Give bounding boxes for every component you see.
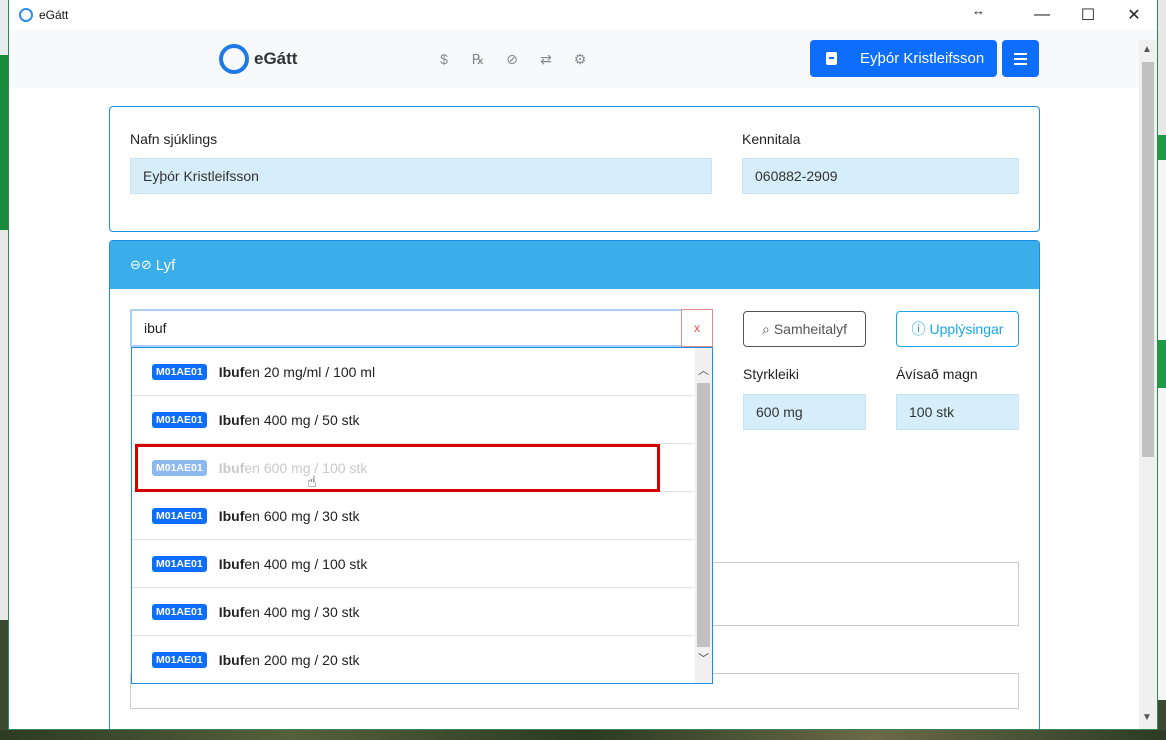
main-nav: $ ℞ ⊘ ⇄ ⚙ (434, 50, 590, 68)
option-text: en 400 mg / 30 stk (244, 603, 360, 620)
clipboard-icon (826, 52, 837, 65)
page-scroll-thumb[interactable] (1142, 62, 1154, 457)
transfer-icon[interactable]: ⇄ (536, 50, 556, 68)
maximize-button[interactable]: ☐ (1065, 0, 1111, 30)
match-text: Ibuf (218, 363, 245, 380)
option-text: en 400 mg / 50 stk (244, 411, 360, 428)
main-content: Nafn sjúklings Eyþór Kristleifsson Kenni… (9, 88, 1141, 729)
match-text: Ibuf (218, 603, 245, 620)
medication-header-title: Lyf (155, 256, 176, 274)
menu-bar-icon (1014, 52, 1027, 55)
title-bar: eGátt ↔ — ☐ ✕ (9, 0, 1157, 30)
text-area-field[interactable] (690, 562, 1019, 626)
patient-card: Nafn sjúklings Eyþór Kristleifsson Kenni… (109, 106, 1040, 232)
patient-button-label: Eyþór Kristleifsson (860, 50, 985, 67)
medication-search-input[interactable]: ibuf (130, 309, 681, 347)
atc-code-badge: M01AE01 (152, 363, 207, 380)
samheitalyf-label: Samheitalyf (773, 321, 847, 337)
dropdown-scrollbar[interactable]: ︿ ﹀ (695, 348, 712, 683)
resize-arrows-icon: ↔ (972, 3, 985, 18)
minimize-button[interactable]: — (1019, 0, 1065, 30)
dropdown-option[interactable]: M01AE01 Ibuf en 400 mg / 30 stk (132, 588, 695, 636)
dropdown-option[interactable]: M01AE01 Ibuf en 200 mg / 20 stk (132, 636, 695, 683)
patient-button[interactable]: Eyþór Kristleifsson (810, 40, 997, 77)
dropdown-option[interactable]: M01AE01 Ibuf en 600 mg / 30 stk (132, 492, 695, 540)
dollar-icon[interactable]: $ (434, 50, 454, 68)
selection-highlight-box (135, 444, 660, 492)
option-text: en 200 mg / 20 stk (244, 652, 360, 668)
close-button[interactable]: ✕ (1111, 0, 1157, 30)
hand-cursor-icon: ☝ (307, 474, 317, 491)
atc-code-badge: M01AE01 (152, 603, 207, 620)
desktop-background-bottom (0, 730, 1166, 740)
clear-search-button[interactable]: x (681, 309, 713, 347)
match-text: Ibuf (218, 555, 245, 572)
app-header: eGátt $ ℞ ⊘ ⇄ ⚙ Eyþór Kristleifsson (9, 30, 1157, 88)
styrkleiki-field[interactable]: 600 mg (743, 394, 866, 430)
hamburger-menu-button[interactable] (1002, 40, 1039, 77)
match-text: Ibuf (218, 411, 245, 428)
avisad-magn-field[interactable]: 100 stk (896, 394, 1019, 430)
menu-bar-icon (1014, 57, 1027, 60)
dropdown-scroll-thumb[interactable] (697, 383, 710, 647)
option-text: en 20 mg/ml / 100 ml (244, 363, 376, 380)
patient-name-label: Nafn sjúklings (130, 131, 218, 147)
pill-icon: ⊖⊘ (130, 257, 152, 272)
scroll-down-icon[interactable]: ▼ (1142, 712, 1152, 723)
option-text: en 400 mg / 100 stk (244, 555, 368, 572)
menu-bar-icon (1014, 62, 1027, 65)
atc-code-badge: M01AE01 (152, 555, 207, 572)
settings-icon[interactable]: ⚙ (570, 50, 590, 68)
atc-code-badge: M01AE01 (152, 507, 207, 524)
atc-code-badge: M01AE01 (152, 652, 207, 668)
brand-name: eGátt (254, 49, 298, 68)
info-icon: ⓘ (911, 321, 926, 337)
kennitala-field[interactable]: 060882-2909 (742, 158, 1019, 194)
dropdown-option[interactable]: M01AE01 Ibuf en 400 mg / 100 stk (132, 540, 695, 588)
prescription-icon[interactable]: ℞ (468, 50, 488, 68)
match-text: Ibuf (218, 652, 245, 668)
medication-card-header: ⊖⊘ Lyf (110, 241, 1039, 289)
dropdown-option[interactable]: M01AE01 Ibuf en 400 mg / 50 stk (132, 396, 695, 444)
pills-icon[interactable]: ⊘ (502, 50, 522, 68)
app-logo-icon (19, 8, 33, 22)
app-window: eGátt ↔ — ☐ ✕ eGátt $ ℞ ⊘ ⇄ ⚙ Eyþór Kris… (8, 0, 1158, 730)
page-scrollbar[interactable]: ▲ ▼ (1139, 40, 1157, 729)
chevron-up-icon[interactable]: ︿ (698, 362, 709, 378)
autocomplete-dropdown: M01AE01 Ibuf en 20 mg/ml / 100 ml M01AE01… (131, 347, 713, 684)
kennitala-label: Kennitala (742, 131, 801, 147)
scroll-up-icon[interactable]: ▲ (1142, 44, 1152, 55)
dropdown-option[interactable]: M01AE01 Ibuf en 20 mg/ml / 100 ml (132, 348, 695, 396)
desktop-background-right (1158, 0, 1166, 740)
styrkleiki-label: Styrkleiki (743, 366, 800, 382)
option-text: en 600 mg / 30 stk (244, 507, 360, 524)
egatt-ring-icon (219, 44, 249, 74)
samheitalyf-button[interactable]: ⌕ Samheitalyf (743, 311, 866, 347)
atc-code-badge: M01AE01 (152, 411, 207, 428)
chevron-down-icon[interactable]: ﹀ (698, 650, 709, 666)
brand-logo[interactable]: eGátt (219, 44, 297, 74)
patient-name-field[interactable]: Eyþór Kristleifsson (130, 158, 712, 194)
upplysingar-label: Upplýsingar (929, 321, 1004, 337)
search-icon: ⌕ (762, 320, 770, 337)
medication-card: ⊖⊘ Lyf ibuf x ⌕ Samheitalyf ⓘ Upplýsinga… (109, 240, 1040, 729)
upplysingar-button[interactable]: ⓘ Upplýsingar (896, 311, 1019, 347)
match-text: Ibuf (218, 507, 245, 524)
window-title: eGátt (39, 8, 69, 22)
avisad-magn-label: Ávísað magn (896, 366, 978, 382)
